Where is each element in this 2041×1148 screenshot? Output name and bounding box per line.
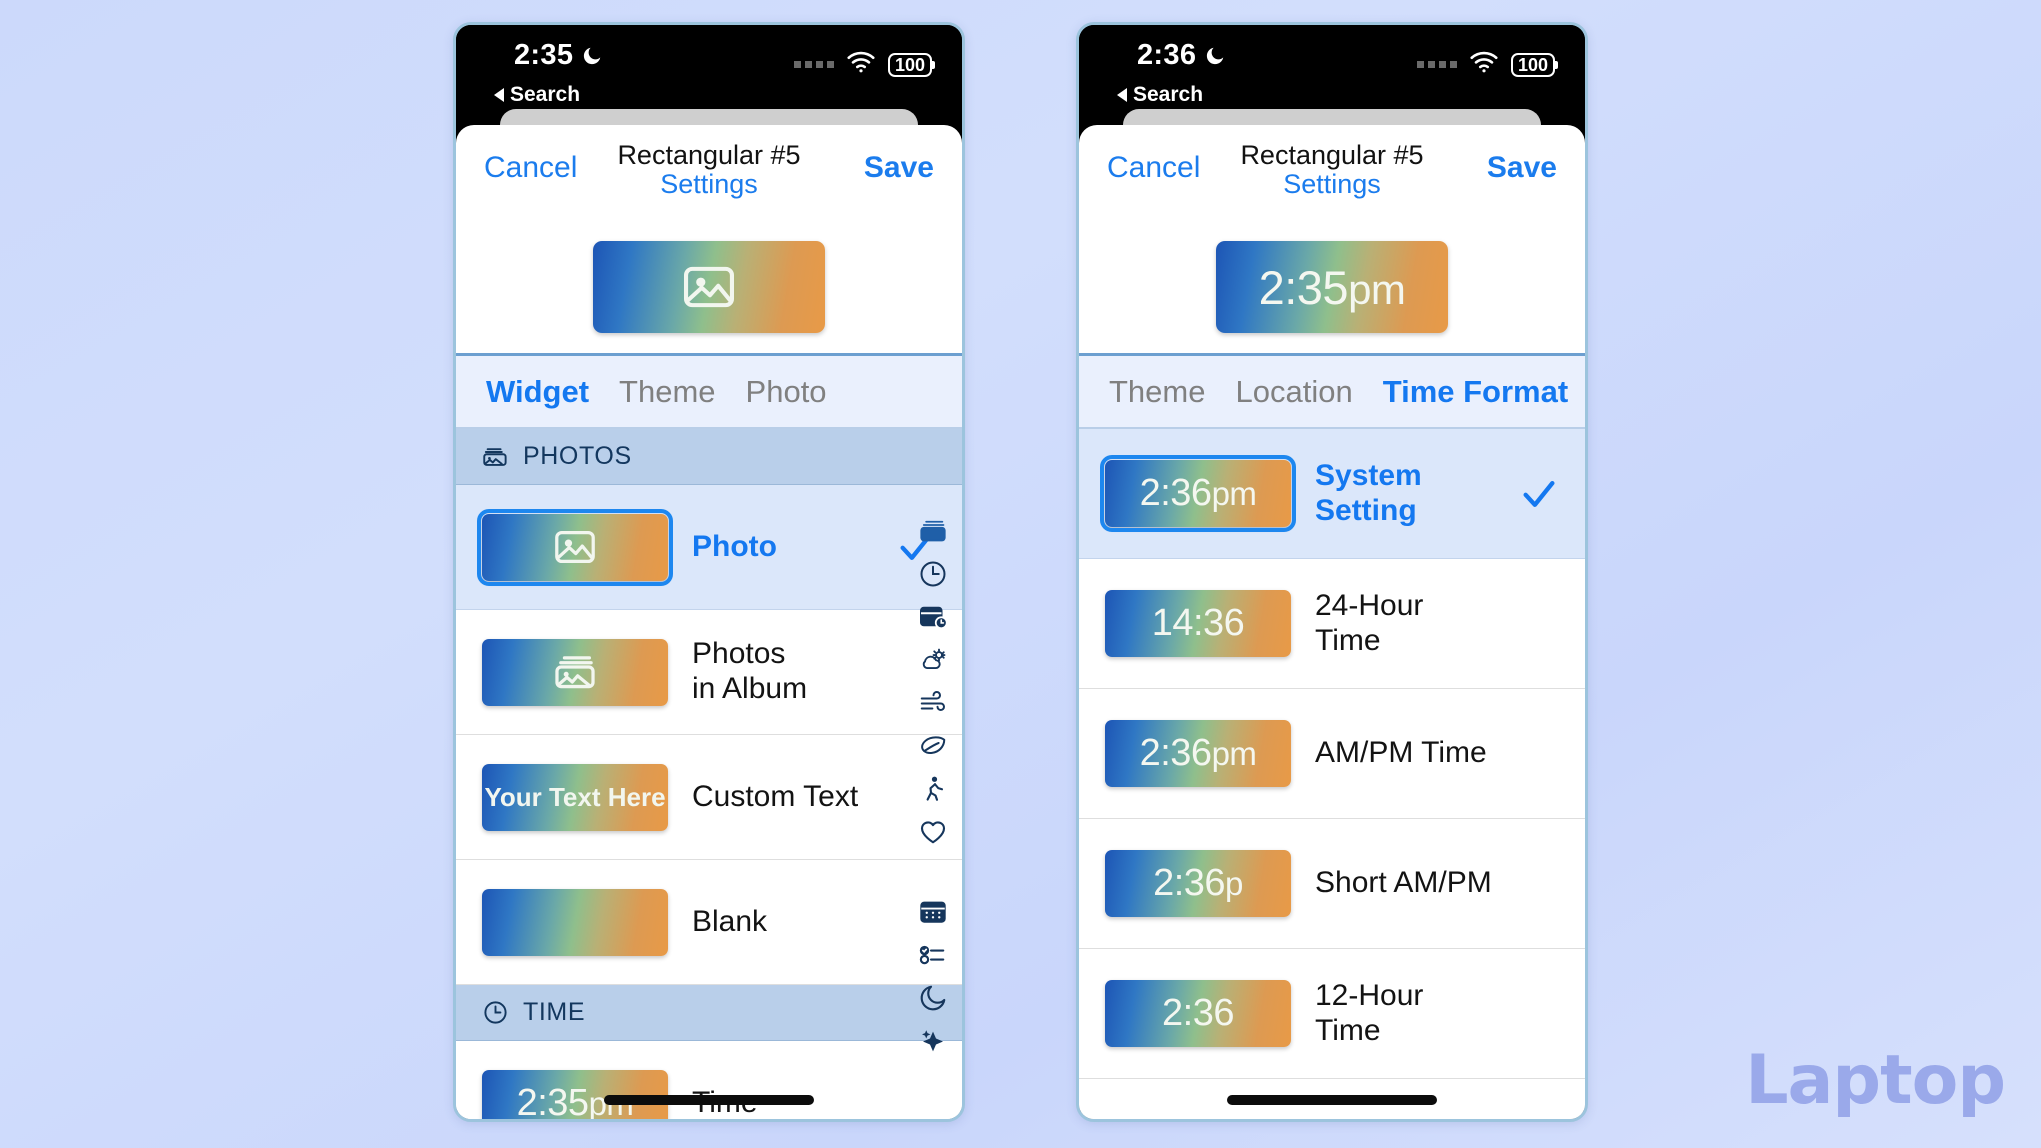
row-swatch-time-text: 2:36pm xyxy=(1139,472,1257,514)
list-item-label-system-setting: System Setting xyxy=(1315,458,1422,527)
list-item-system-setting[interactable]: 2:36pm System Setting xyxy=(1079,429,1585,559)
laptop-brand-logo: Laptop xyxy=(1745,1041,2006,1120)
row-swatch-12-hour-time: 2:36 xyxy=(1105,980,1291,1047)
list-item-24-hour-time[interactable]: 14:36 24-Hour Time xyxy=(1079,559,1585,689)
back-to-search-button-right[interactable]: Search xyxy=(1117,83,1203,107)
tab-theme-right[interactable]: Theme xyxy=(1109,374,1205,410)
tabbar-left: Widget Theme Photo xyxy=(456,353,962,429)
status-bar-left: 2:35 100 Search xyxy=(456,25,962,109)
list-item-custom-text[interactable]: Your Text Here Custom Text xyxy=(456,735,962,860)
moon-icon xyxy=(1204,45,1226,67)
widget-preview-tile-right[interactable]: 2:35pm xyxy=(1216,241,1448,333)
list-item-time[interactable]: 2:35pm Time xyxy=(456,1041,962,1119)
back-label-left: Search xyxy=(510,83,581,106)
triangle-left-icon xyxy=(494,88,504,102)
settings-sheet-right: Cancel Rectangular #5 Settings Save 2:35… xyxy=(1079,125,1585,1119)
row-swatch-system-setting: 2:36pm xyxy=(1100,455,1296,532)
clock-icon xyxy=(482,999,509,1026)
save-button-left[interactable]: Save xyxy=(864,151,934,185)
row-swatch-24-hour-time: 14:36 xyxy=(1105,590,1291,657)
triangle-left-icon xyxy=(1117,88,1127,102)
status-bar-clock-right: 2:36 xyxy=(1137,39,1226,72)
row-swatch-am-pm-time: 2:36pm xyxy=(1105,720,1291,787)
battery-indicator: 100 xyxy=(887,52,932,77)
photos-stack-icon xyxy=(552,649,598,695)
battery-indicator: 100 xyxy=(1510,52,1555,77)
phone-mockup-right: 2:36 100 Search Cancel Rectangular #5 Se… xyxy=(1076,22,1588,1122)
tab-theme-left[interactable]: Theme xyxy=(619,374,715,410)
wifi-icon xyxy=(846,51,876,78)
settings-sheet-left: Cancel Rectangular #5 Settings Save Widg… xyxy=(456,125,962,1119)
list-item-label-12-hour-time: 12-Hour Time xyxy=(1315,978,1424,1047)
row-swatch-time-text: 14:36 xyxy=(1151,602,1245,644)
navbar-left: Cancel Rectangular #5 Settings Save xyxy=(456,125,962,221)
wifi-icon xyxy=(1469,51,1499,78)
row-swatch-text: Your Text Here xyxy=(484,781,666,812)
list-item-label-custom-text: Custom Text xyxy=(692,779,859,813)
row-swatch-time-text: 2:36p xyxy=(1153,862,1243,904)
photo-icon xyxy=(552,524,598,570)
cellular-dots-icon xyxy=(1416,61,1457,68)
tab-location[interactable]: Location xyxy=(1235,374,1352,410)
list-item-short-am-pm[interactable]: 2:36p Short AM/PM xyxy=(1079,819,1585,949)
status-bar-indicators-right: 100 xyxy=(1416,51,1555,78)
moon-icon xyxy=(581,45,603,67)
status-bar-time-right: 2:36 xyxy=(1137,39,1197,71)
status-bar-indicators-left: 100 xyxy=(793,51,932,78)
group-header-time: TIME xyxy=(456,985,962,1041)
save-button-right[interactable]: Save xyxy=(1487,151,1557,185)
list-item-photos-in-album[interactable]: Photos in Album xyxy=(456,610,962,735)
checkmark-icon xyxy=(1519,474,1559,514)
home-indicator-right xyxy=(1227,1095,1437,1105)
time-format-list[interactable]: 2:36pm System Setting 14:36 24-Hour Time… xyxy=(1079,429,1585,1119)
list-item-blank[interactable]: Blank xyxy=(456,860,962,985)
checkmark-icon xyxy=(896,527,936,567)
list-item-12-hour-time[interactable]: 2:36 12-Hour Time xyxy=(1079,949,1585,1079)
back-label-right: Search xyxy=(1133,83,1204,106)
list-item-label-24-hour-time: 24-Hour Time xyxy=(1315,588,1424,657)
widget-type-list[interactable]: PHOTOS Photo Photos in Album Your Text H… xyxy=(456,429,962,1119)
list-item-photo[interactable]: Photo xyxy=(456,485,962,610)
group-header-photos: PHOTOS xyxy=(456,429,962,485)
widget-preview-tile-left[interactable] xyxy=(593,241,825,333)
group-header-label-photos: PHOTOS xyxy=(523,442,632,470)
list-item-label-am-pm-time: AM/PM Time xyxy=(1315,736,1487,770)
status-bar-right: 2:36 100 Search xyxy=(1079,25,1585,109)
group-header-label-time: TIME xyxy=(523,998,586,1026)
list-item-label-blank: Blank xyxy=(692,904,768,938)
photo-icon xyxy=(680,258,738,316)
status-bar-clock-left: 2:35 xyxy=(514,39,603,72)
tabbar-right: Theme Location Time Format xyxy=(1079,353,1585,429)
row-swatch-custom-text: Your Text Here xyxy=(482,763,668,831)
row-swatch-photos-in-album xyxy=(482,638,668,706)
widget-preview-right: 2:35pm xyxy=(1079,221,1585,353)
row-swatch-blank xyxy=(482,888,668,956)
tab-photo[interactable]: Photo xyxy=(746,374,827,410)
list-item-label-photo: Photo xyxy=(692,529,777,563)
cellular-dots-icon xyxy=(793,61,834,68)
row-swatch-time-text: 2:36pm xyxy=(1139,732,1257,774)
photos-stack-icon xyxy=(482,443,509,470)
tab-time-format[interactable]: Time Format xyxy=(1383,374,1568,410)
row-swatch-short-am-pm: 2:36p xyxy=(1105,850,1291,917)
list-item-label-short-am-pm: Short AM/PM xyxy=(1315,866,1492,900)
row-swatch-photo xyxy=(477,508,673,586)
list-item-am-pm-time[interactable]: 2:36pm AM/PM Time xyxy=(1079,689,1585,819)
home-indicator-left xyxy=(604,1095,814,1105)
widget-preview-left xyxy=(456,221,962,353)
status-bar-time-left: 2:35 xyxy=(514,39,574,71)
tab-widget[interactable]: Widget xyxy=(486,374,589,410)
back-to-search-button-left[interactable]: Search xyxy=(494,83,580,107)
navbar-right: Cancel Rectangular #5 Settings Save xyxy=(1079,125,1585,221)
phone-mockup-left: 2:35 100 Search Cancel Rectangular #5 Se… xyxy=(453,22,965,1122)
list-item-label-photos-in-album: Photos in Album xyxy=(692,637,808,705)
row-swatch-time-text: 2:36 xyxy=(1162,992,1234,1034)
widget-preview-time: 2:35pm xyxy=(1258,260,1406,314)
